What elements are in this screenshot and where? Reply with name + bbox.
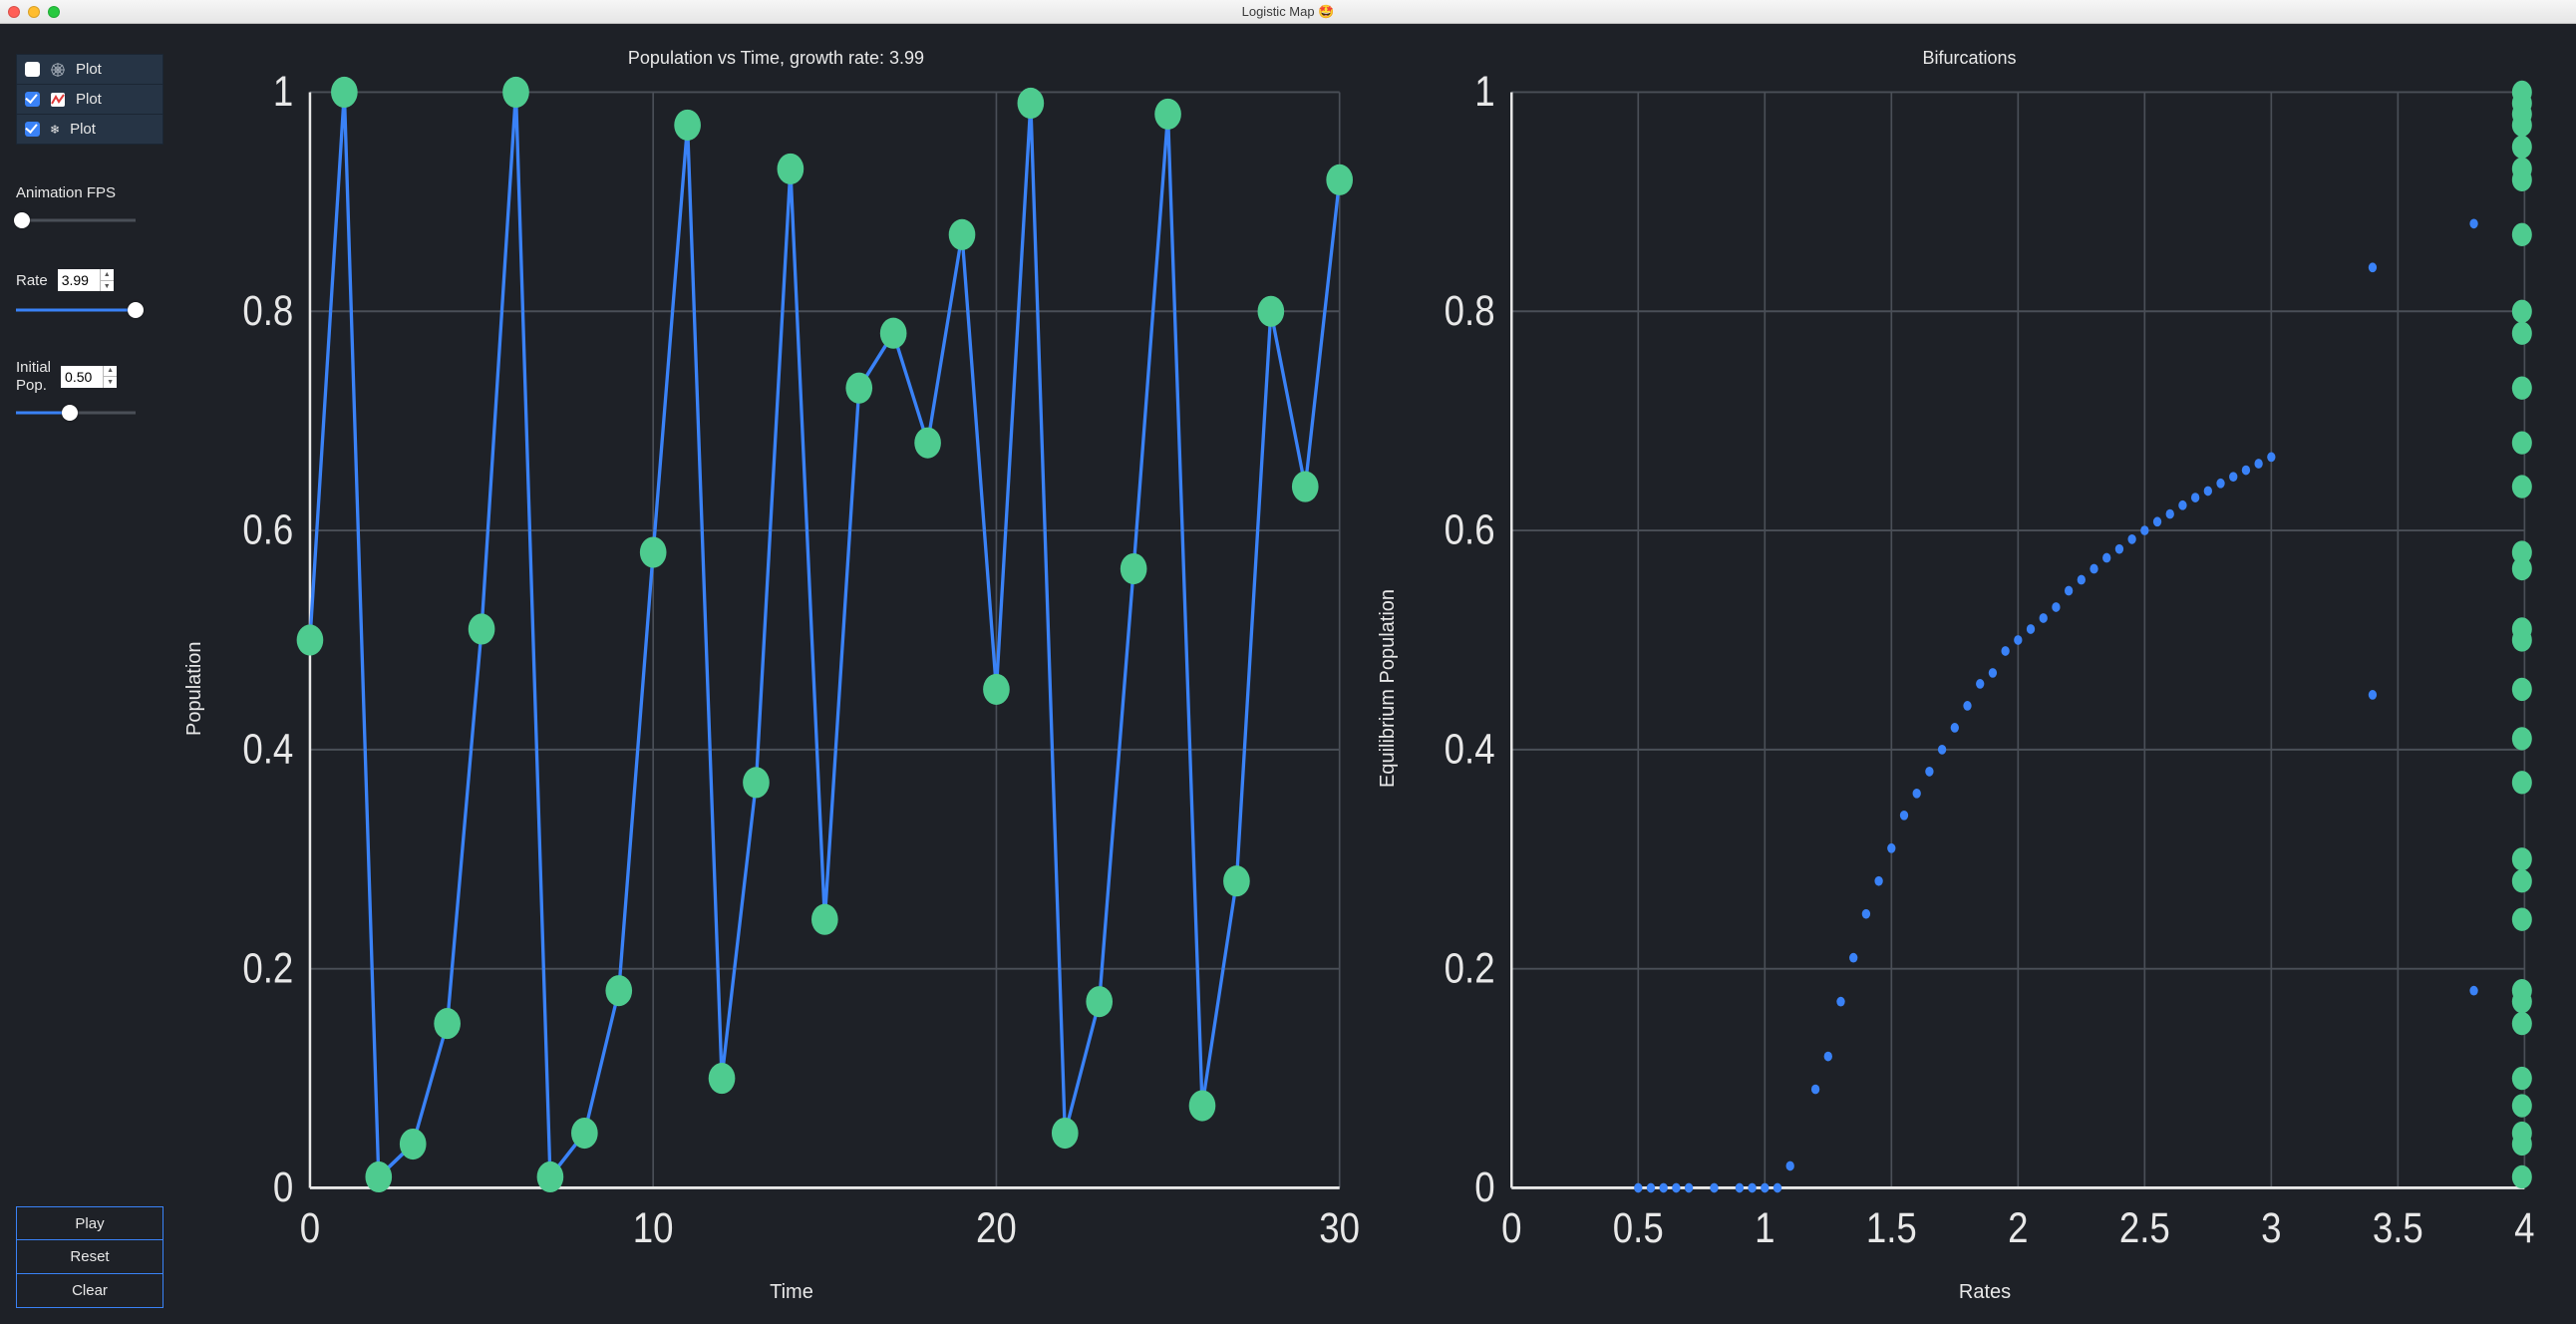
toggle-label: Plot: [76, 91, 102, 108]
svg-text:20: 20: [976, 1204, 1017, 1251]
plot-toggle-bifurcation[interactable]: ❄ Plot: [16, 115, 163, 145]
svg-text:0: 0: [1501, 1204, 1521, 1251]
svg-text:0.6: 0.6: [242, 506, 293, 553]
svg-text:0.4: 0.4: [1445, 726, 1495, 773]
rate-input[interactable]: [58, 269, 100, 291]
stepper-up-icon[interactable]: ▲: [104, 366, 117, 378]
svg-text:0.2: 0.2: [1445, 945, 1495, 992]
rate-control: Rate ▲ ▼: [16, 269, 163, 319]
svg-text:0.5: 0.5: [1613, 1204, 1664, 1251]
linechart-icon: [50, 92, 66, 108]
svg-text:2.5: 2.5: [2119, 1204, 2170, 1251]
stepper-down-icon[interactable]: ▼: [101, 281, 114, 292]
rate-slider[interactable]: [16, 301, 136, 319]
plot-area: Population vs Time, growth rate: 3.99 Po…: [179, 24, 2576, 1324]
action-buttons: Play Reset Clear: [16, 1206, 163, 1308]
stepper-down-icon[interactable]: ▼: [104, 377, 117, 388]
svg-text:0: 0: [1474, 1163, 1494, 1210]
svg-text:0.2: 0.2: [242, 945, 293, 992]
fps-slider[interactable]: [16, 211, 136, 229]
initial-pop-spinbox[interactable]: ▲ ▼: [61, 366, 117, 388]
svg-text:4: 4: [2514, 1204, 2534, 1251]
timeseries-xlabel: Time: [210, 1281, 1373, 1304]
svg-text:0.6: 0.6: [1445, 506, 1495, 553]
svg-text:1.5: 1.5: [1866, 1204, 1917, 1251]
svg-text:2: 2: [2008, 1204, 2028, 1251]
stepper-up-icon[interactable]: ▲: [101, 269, 114, 281]
svg-text:0.4: 0.4: [242, 726, 293, 773]
reset-button[interactable]: Reset: [16, 1240, 163, 1274]
svg-text:3: 3: [2261, 1204, 2281, 1251]
initial-pop-slider[interactable]: [16, 404, 136, 422]
radial-icon: [50, 62, 66, 78]
plot-toggle-cobweb[interactable]: Plot: [16, 54, 163, 85]
svg-text:10: 10: [633, 1204, 674, 1251]
plot-toggle-timeseries[interactable]: Plot: [16, 85, 163, 115]
window-titlebar: Logistic Map 🤩: [0, 0, 2576, 24]
window-title: Logistic Map 🤩: [0, 4, 2576, 20]
checkbox-icon: [25, 92, 40, 107]
svg-text:1: 1: [1474, 73, 1494, 116]
rate-spinbox[interactable]: ▲ ▼: [58, 269, 114, 291]
initial-pop-label: Initial Pop.: [16, 359, 51, 394]
fps-control: Animation FPS: [16, 184, 163, 229]
bifurcation-xlabel: Rates: [1404, 1281, 2566, 1304]
checkbox-icon: [25, 122, 40, 137]
rate-label: Rate: [16, 272, 48, 289]
svg-text:0: 0: [300, 1204, 320, 1251]
initial-pop-control: Initial Pop. ▲ ▼: [16, 359, 163, 422]
svg-text:3.5: 3.5: [2373, 1204, 2423, 1251]
checkbox-icon: [25, 62, 40, 77]
bifurcation-ylabel: Equilibrium Population: [1373, 73, 1404, 1304]
play-button[interactable]: Play: [16, 1206, 163, 1240]
bifurcation-canvas: 0 0.2 0.4 0.6 0.8 1 0 0.5 1 1.5 2 2.5 3 3.5 4: [1404, 73, 2566, 1275]
control-sidebar: Plot Plot ❄ Plot Animation FPS: [0, 24, 179, 1324]
bifurcation-title: Bifurcations: [1373, 48, 2566, 69]
svg-text:0.8: 0.8: [1445, 287, 1495, 334]
initial-pop-input[interactable]: [61, 366, 103, 388]
window-minimize-button[interactable]: [28, 6, 40, 18]
svg-text:30: 30: [1319, 1204, 1360, 1251]
fps-label: Animation FPS: [16, 184, 163, 201]
svg-text:1: 1: [273, 73, 293, 116]
timeseries-title: Population vs Time, growth rate: 3.99: [179, 48, 1373, 69]
toggle-label: Plot: [70, 121, 96, 138]
svg-text:0: 0: [273, 1163, 293, 1210]
clear-button[interactable]: Clear: [16, 1274, 163, 1308]
svg-text:1: 1: [1755, 1204, 1774, 1251]
snowflake-icon: ❄: [50, 124, 60, 136]
timeseries-canvas: 00.20.40.60.810102030: [210, 73, 1373, 1275]
window-close-button[interactable]: [8, 6, 20, 18]
svg-text:0.8: 0.8: [242, 287, 293, 334]
timeseries-plot: Population vs Time, growth rate: 3.99 Po…: [179, 34, 1373, 1304]
plot-toggle-list: Plot Plot ❄ Plot: [16, 54, 163, 145]
toggle-label: Plot: [76, 61, 102, 78]
window-fullscreen-button[interactable]: [48, 6, 60, 18]
timeseries-ylabel: Population: [179, 73, 210, 1304]
bifurcation-plot: Bifurcations Equilibrium Population 0 0.2…: [1373, 34, 2566, 1304]
